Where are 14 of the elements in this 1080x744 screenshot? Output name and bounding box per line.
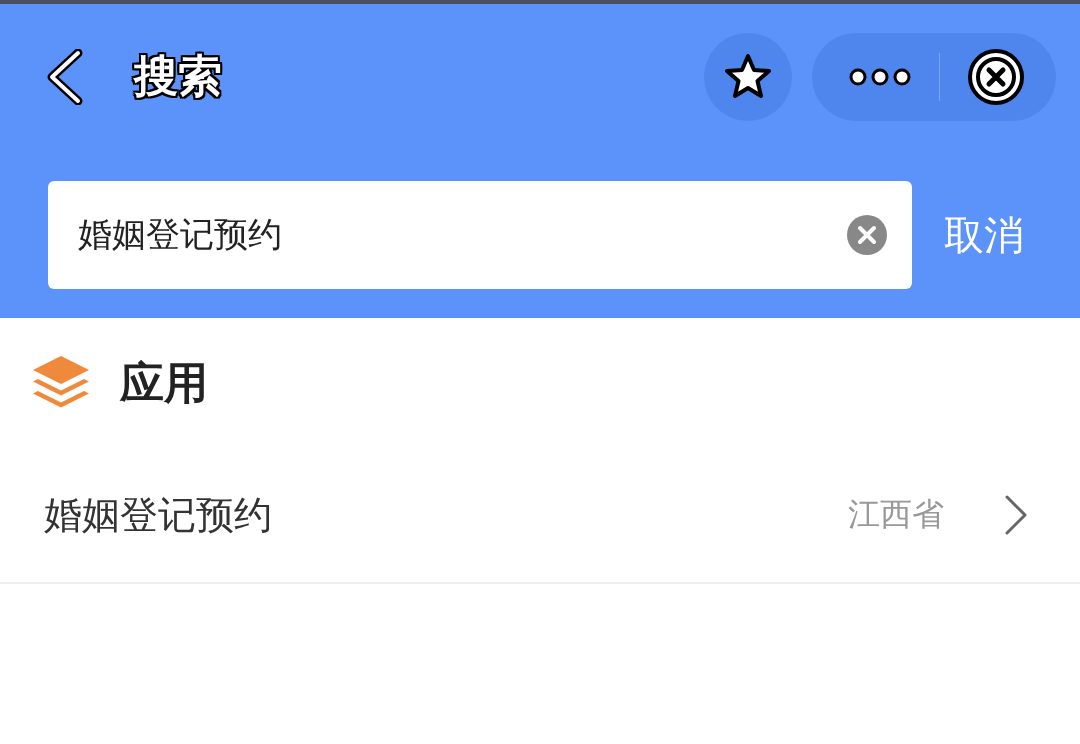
section-title: 应用 [120,355,208,410]
region-label: 江西省 [848,494,944,535]
star-icon [723,52,773,101]
page-title: 搜索 [134,49,223,103]
close-button[interactable] [966,46,1026,107]
chevron-right-icon [1004,494,1028,536]
clear-icon [846,214,888,256]
more-button[interactable] [848,66,912,87]
clear-button[interactable] [846,214,888,256]
search-field[interactable]: 婚姻登记预约 [48,181,912,289]
close-icon [966,46,1026,107]
more-icon [848,66,912,87]
result-item[interactable]: 婚姻登记预约 江西省 [0,448,1080,584]
result-name: 婚姻登记预约 [44,491,273,539]
